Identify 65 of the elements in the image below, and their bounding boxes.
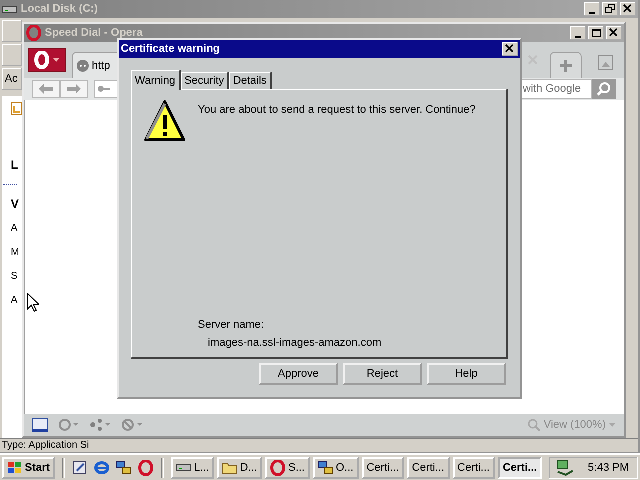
minimize-icon [589,12,595,14]
pane-text: A [11,223,18,235]
taskbar-button[interactable]: O... [313,456,359,478]
right-arrow-icon [67,84,81,94]
search-icon [597,82,611,96]
server-label: Server name: [198,319,266,331]
dialog-tab[interactable]: Details [229,72,272,89]
zoom-icon [528,418,541,432]
globe-icon [77,60,89,72]
dialog-title: Certificate warning [121,43,222,55]
taskbar-button[interactable]: D... [217,456,262,478]
taskbar-button[interactable]: S... [265,456,310,478]
close-icon [623,4,633,14]
tab-label: http [92,60,110,72]
dialog-button[interactable]: Help [427,363,506,385]
share-icon[interactable] [90,419,112,431]
opera-icon [26,25,42,41]
taskbar-button[interactable]: Certi... [362,456,404,478]
taskbar-button[interactable]: Certi... [498,456,542,478]
pane-text: M [11,247,20,259]
toolbar [2,20,22,42]
dialog-button[interactable]: Reject [343,363,422,385]
search-button[interactable] [592,79,616,99]
windows-logo-icon [7,460,23,474]
message-text: You are about to send a request to this server. Continue? [198,103,476,116]
caret-icon [609,423,616,427]
dialog-tab[interactable]: Security [180,72,230,89]
key-icon [98,84,110,94]
close-button[interactable] [502,42,518,56]
window-title: Speed Dial - Opera [45,27,144,39]
browser-icon[interactable] [94,460,110,476]
plus-icon [560,60,572,72]
network-tray-icon[interactable] [556,460,574,476]
dialog-button[interactable]: Approve [259,363,338,385]
left-arrow-icon [39,84,53,94]
restore-icon [605,4,615,14]
close-icon [609,28,619,38]
caret-icon [53,58,60,62]
start-button[interactable]: Start [2,456,56,478]
window-title: Local Disk (C:) [21,3,100,15]
clock: 5:43 PM [588,462,629,474]
pane-text: A [11,295,18,307]
cursor-icon [27,293,39,312]
address-label: Ac [5,73,18,85]
menu-button[interactable] [28,48,66,72]
opera-icon [34,51,50,69]
taskbar-button[interactable]: L... [171,456,214,478]
opera-icon[interactable] [138,460,154,476]
maximize-icon [591,28,601,38]
warning-icon [144,100,186,142]
pane-text: L [11,158,18,172]
monitors-icon[interactable] [116,460,132,476]
server-name: images-na.ssl-images-amazon.com [208,337,383,349]
pane-text: S [11,271,18,283]
taskbar-button[interactable]: Certi... [407,456,450,478]
monitors-icon [318,460,334,476]
close-icon [505,44,515,54]
dialog-tab[interactable]: Warning [131,70,181,90]
taskbar-button[interactable]: Certi... [452,456,495,478]
opera-icon [270,460,286,476]
toolbar [2,44,22,66]
pane-text: V [11,197,20,211]
panel-icon[interactable] [32,418,48,432]
minimize-icon [575,36,581,38]
status-text: Type: Application Si [1,440,90,451]
